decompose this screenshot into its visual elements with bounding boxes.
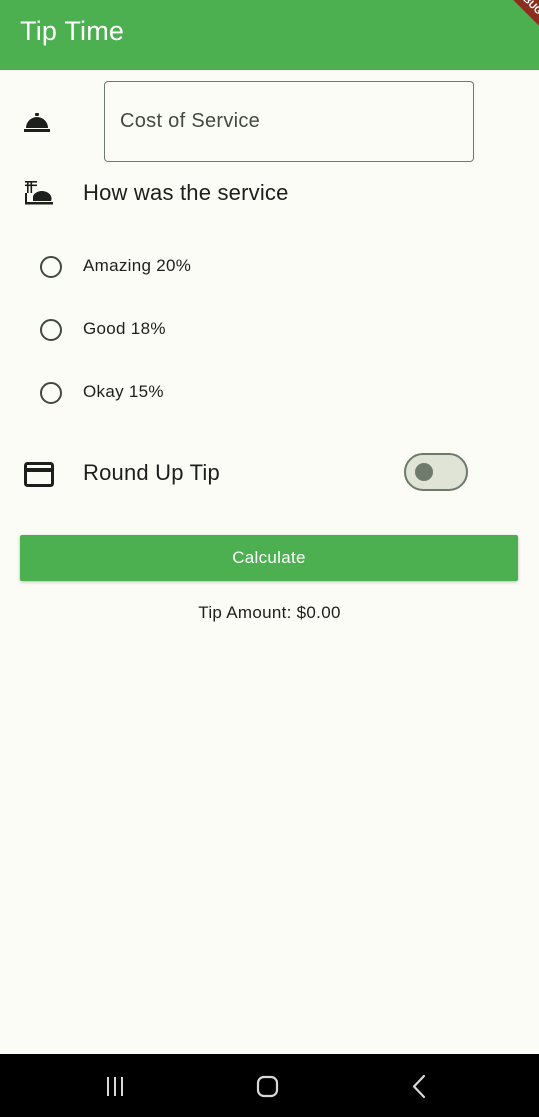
radio-button[interactable]	[40, 319, 62, 341]
round-up-tip-label: Round Up Tip	[83, 460, 220, 485]
cost-of-service-input[interactable]	[104, 81, 474, 162]
service-question-label: How was the service	[83, 180, 289, 205]
home-icon[interactable]	[228, 1054, 308, 1117]
radio-button[interactable]	[40, 256, 62, 278]
round-up-switch[interactable]	[404, 453, 468, 491]
tip-option-label: Amazing 20%	[83, 256, 192, 275]
app-bar: Tip Time DEBUG	[0, 0, 539, 70]
app-title: Tip Time	[20, 16, 125, 46]
back-icon[interactable]	[378, 1054, 458, 1117]
tip-option-label: Good 18%	[83, 319, 166, 338]
system-nav-bar	[0, 1054, 539, 1117]
recent-apps-icon[interactable]	[76, 1054, 156, 1117]
tip-option-good[interactable]: Good 18%	[0, 305, 539, 355]
room-service-icon	[24, 113, 50, 132]
tip-option-amazing[interactable]: Amazing 20%	[0, 242, 539, 292]
tip-amount-text: Tip Amount: $0.00	[198, 603, 341, 622]
tip-option-label: Okay 15%	[83, 382, 164, 401]
radio-button[interactable]	[40, 382, 62, 404]
dinner-dining-icon	[25, 181, 53, 205]
switch-knob	[415, 463, 433, 481]
credit-card-icon	[24, 462, 54, 487]
calculate-button[interactable]: Calculate	[20, 535, 518, 581]
debug-banner: DEBUG	[492, 0, 539, 36]
tip-option-okay[interactable]: Okay 15%	[0, 368, 539, 418]
